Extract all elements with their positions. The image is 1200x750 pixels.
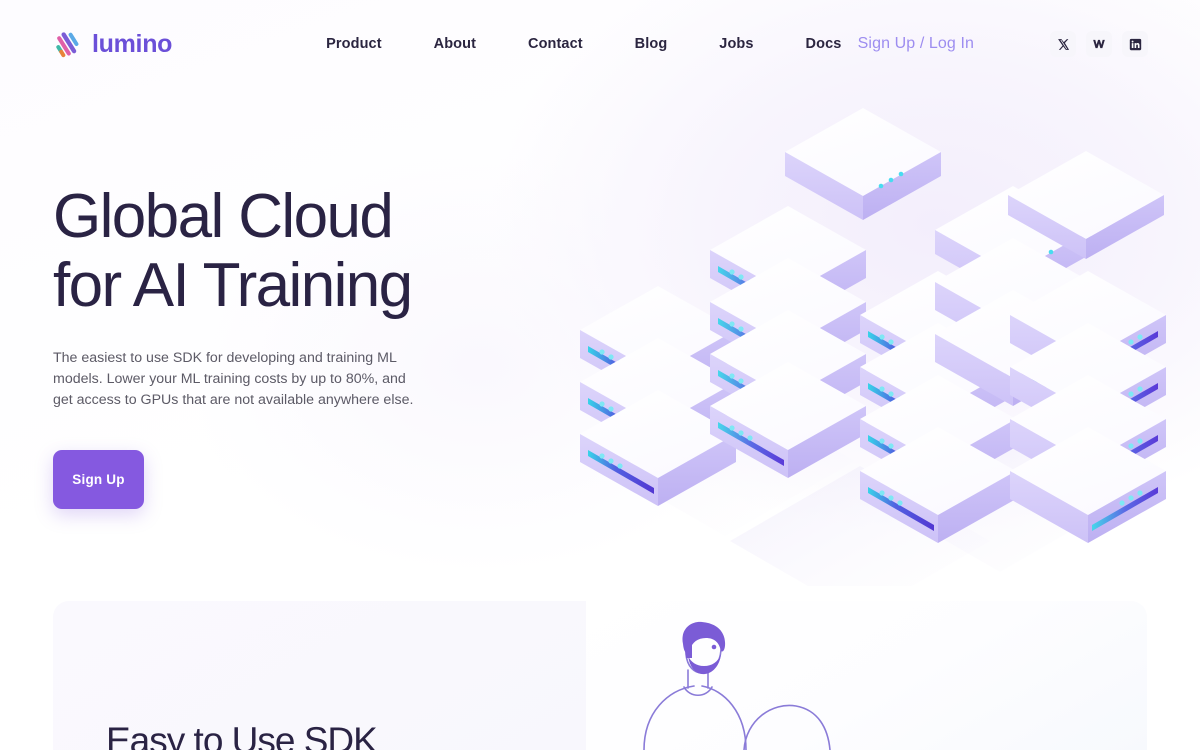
hero-copy: Global Cloud for AI Training The easiest… bbox=[53, 186, 483, 510]
landing-page: lumino Product About Contact Blog Jobs D… bbox=[0, 0, 1200, 750]
nav-link-about[interactable]: About bbox=[408, 36, 502, 52]
hero-subtitle: The easiest to use SDK for developing an… bbox=[53, 350, 414, 409]
linkedin-icon[interactable] bbox=[1122, 31, 1148, 57]
lumino-slash-mark-icon bbox=[52, 29, 82, 59]
lower-section: Easy to Use SDK bbox=[53, 601, 1147, 750]
signup-login-link[interactable]: Sign Up / Log In bbox=[858, 35, 974, 53]
nav-link-blog[interactable]: Blog bbox=[609, 36, 694, 52]
sdk-panel: Easy to Use SDK bbox=[53, 601, 586, 750]
hero-title: Global Cloud for AI Training bbox=[53, 186, 483, 317]
nav-link-contact[interactable]: Contact bbox=[502, 36, 609, 52]
nav-right-group: Sign Up / Log In bbox=[858, 0, 1148, 88]
nav-links: Product About Contact Blog Jobs Docs bbox=[300, 36, 867, 52]
brand-name: lumino bbox=[92, 29, 173, 58]
person-line-art-illustration bbox=[626, 620, 926, 750]
isometric-server-racks-illustration bbox=[560, 86, 1180, 616]
hero-title-line2: for AI Training bbox=[53, 251, 413, 320]
nav-link-jobs[interactable]: Jobs bbox=[693, 36, 779, 52]
person-illustration-panel bbox=[586, 601, 1147, 750]
brand-logo[interactable]: lumino bbox=[52, 29, 172, 59]
top-navigation-bar: lumino Product About Contact Blog Jobs D… bbox=[0, 0, 1200, 88]
nav-link-docs[interactable]: Docs bbox=[780, 36, 868, 52]
x-twitter-icon[interactable] bbox=[1050, 31, 1076, 57]
webflow-w-icon[interactable] bbox=[1086, 31, 1112, 57]
nav-link-product[interactable]: Product bbox=[300, 36, 407, 52]
signup-button[interactable]: Sign Up bbox=[53, 450, 144, 510]
sdk-heading: Easy to Use SDK bbox=[106, 720, 378, 750]
hero-title-line1: Global Cloud bbox=[53, 182, 394, 251]
